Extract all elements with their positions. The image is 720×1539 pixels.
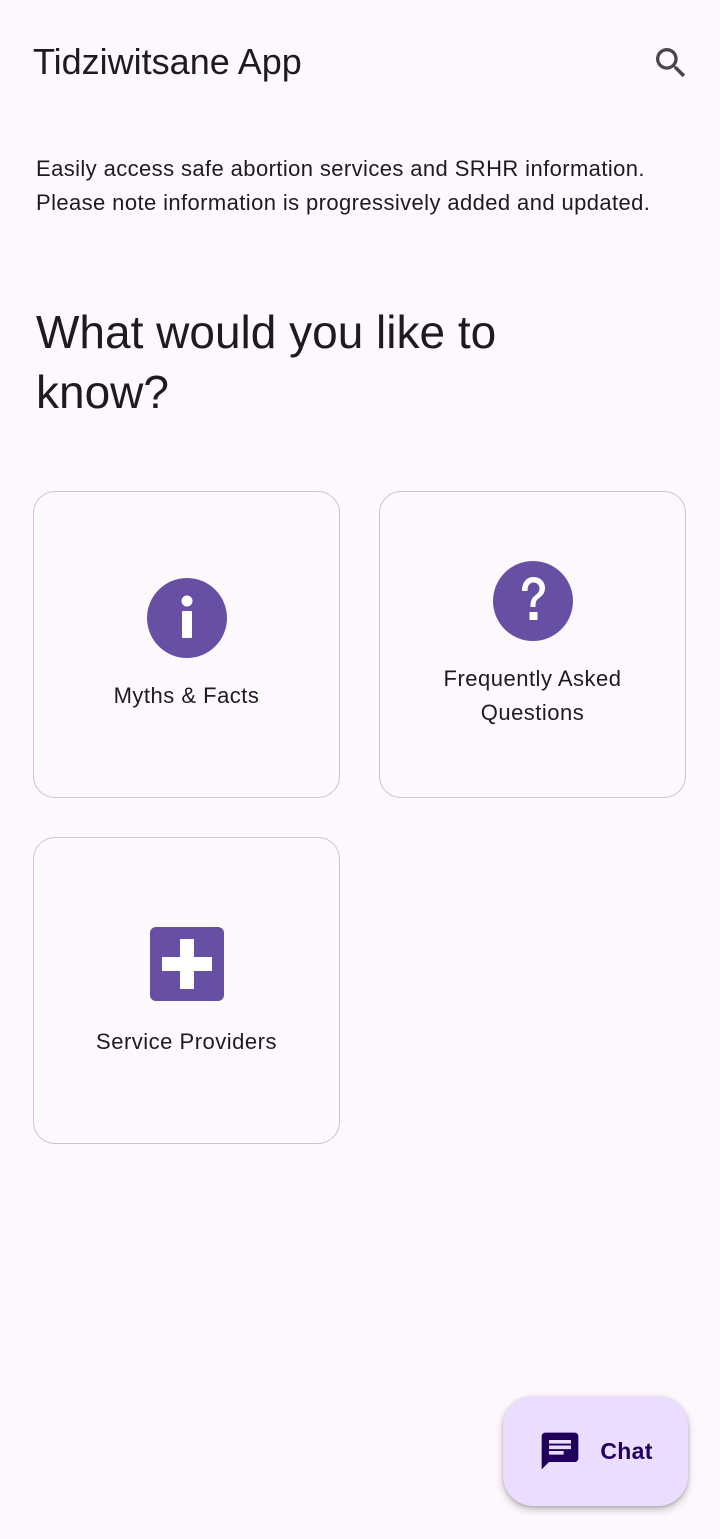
intro-text: Easily access safe abortion services and… [36,156,651,215]
service-providers-card[interactable]: Service Providers [33,837,340,1144]
page-heading: What would you like to know? [36,306,497,418]
service-providers-label: Service Providers [96,1028,277,1054]
myths-facts-card[interactable]: Myths & Facts [33,491,340,798]
myths-facts-label: Myths & Facts [113,682,260,708]
chat-button[interactable]: Chat [503,1396,688,1506]
faq-card[interactable]: Frequently Asked Questions [379,491,686,798]
medical-cross-icon [146,923,228,1005]
app-title: Tidziwitsane App [33,41,302,82]
help-icon [492,560,574,642]
faq-label: Frequently Asked Questions [443,665,622,725]
chat-icon [542,1432,579,1470]
app-bar: Tidziwitsane App [0,0,720,124]
info-icon [146,577,228,659]
chat-label: Chat [600,1437,653,1464]
search-button[interactable] [642,34,700,92]
search-icon [656,48,686,78]
